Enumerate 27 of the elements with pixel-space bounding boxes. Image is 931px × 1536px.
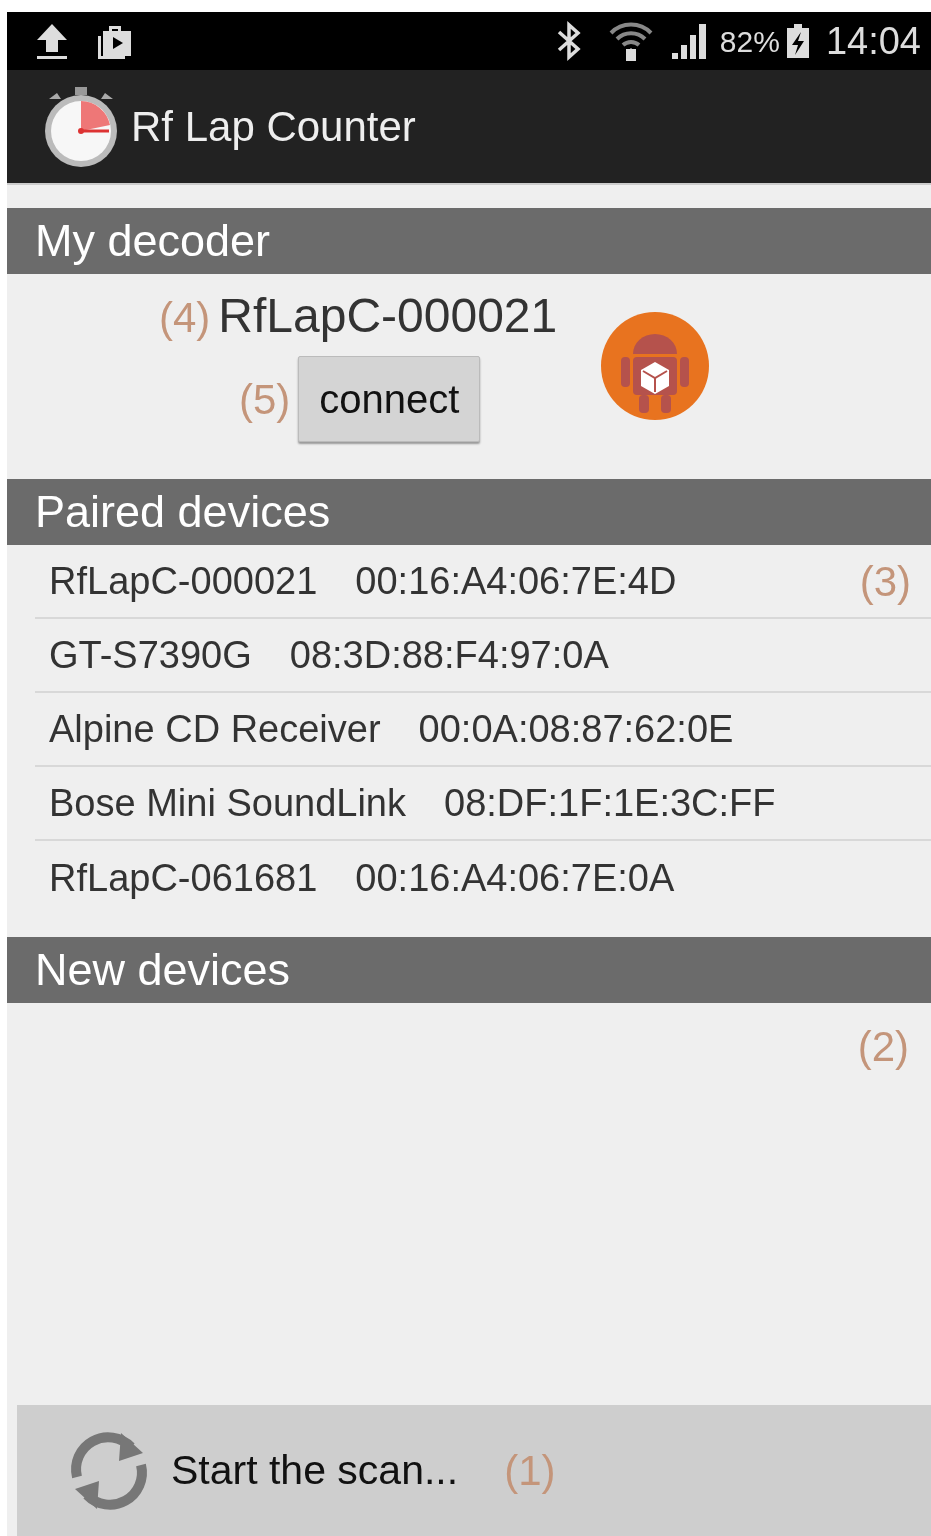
clock-time: 14:04 bbox=[825, 18, 921, 64]
device-label: RfLapC-061681 00:16:A4:06:7E:0A bbox=[49, 855, 675, 901]
battery-percent: 82% bbox=[719, 23, 780, 60]
annotation-label: (1) bbox=[504, 1446, 556, 1496]
section-header: New devices bbox=[7, 937, 931, 1003]
device-row[interactable]: RfLapC-061681 00:16:A4:06:7E:0A bbox=[35, 841, 931, 915]
annotation-label: (2) bbox=[857, 1022, 909, 1072]
annotation-label: (3) bbox=[859, 556, 911, 607]
app-title: Rf Lap Counter bbox=[131, 102, 416, 152]
section-header: Paired devices bbox=[7, 479, 931, 545]
device-label: Alpine CD Receiver 00:0A:08:87:62:0E bbox=[49, 706, 734, 752]
upload-icon bbox=[35, 22, 69, 60]
device-row[interactable]: GT-S7390G 08:3D:88:F4:97:0A bbox=[35, 619, 931, 693]
section-header: My decoder bbox=[7, 208, 931, 274]
annotation-label: (4) bbox=[159, 293, 211, 343]
device-row[interactable]: Bose Mini SoundLink 08:DF:1F:1E:3C:FF bbox=[35, 767, 931, 841]
device-row[interactable]: Alpine CD Receiver 00:0A:08:87:62:0E bbox=[35, 693, 931, 767]
decoder-name: RfLapC-000021 bbox=[218, 288, 558, 344]
device-row[interactable]: RfLapC-000021 00:16:A4:06:7E:4D (3) bbox=[35, 545, 931, 619]
annotation-label: (5) bbox=[239, 374, 291, 425]
device-label: GT-S7390G 08:3D:88:F4:97:0A bbox=[49, 632, 609, 678]
connect-button[interactable]: connect bbox=[298, 356, 481, 442]
device-label: Bose Mini SoundLink 08:DF:1F:1E:3C:FF bbox=[49, 780, 776, 826]
scan-button[interactable]: Start the scan... (1) bbox=[17, 1405, 931, 1536]
device-label: RfLapC-000021 00:16:A4:06:7E:4D bbox=[49, 558, 677, 604]
battery-charging-icon bbox=[785, 23, 810, 59]
android-robot-icon bbox=[599, 310, 711, 422]
